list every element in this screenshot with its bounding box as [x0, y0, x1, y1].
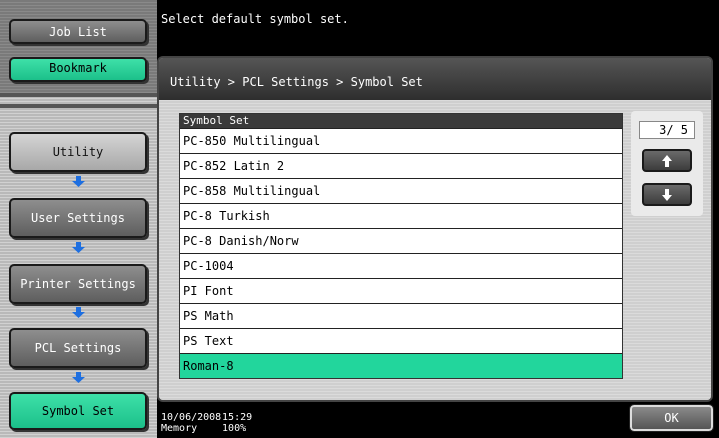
status-date: 10/06/2008	[161, 412, 222, 423]
job-list-button[interactable]: Job List	[9, 19, 147, 44]
list-header: Symbol Set	[180, 114, 622, 128]
symbol-set-list: Symbol Set PC-850 Multilingual PC-852 La…	[179, 113, 623, 379]
list-item[interactable]: PC-1004	[180, 253, 622, 278]
arrow-down-icon	[662, 188, 672, 201]
bookmark-button[interactable]: Bookmark	[9, 57, 147, 82]
list-item[interactable]: PC-858 Multilingual	[180, 178, 622, 203]
list-item[interactable]: PC-852 Latin 2	[180, 153, 622, 178]
list-item[interactable]: PC-8 Turkish	[180, 203, 622, 228]
list-item[interactable]: PS Text	[180, 328, 622, 353]
main-panel: Utility > PCL Settings > Symbol Set Symb…	[157, 56, 713, 402]
nav-user-settings-button[interactable]: User Settings	[9, 198, 147, 238]
page-down-button[interactable]	[642, 183, 692, 206]
divider	[0, 104, 157, 108]
nav-printer-settings-button[interactable]: Printer Settings	[9, 264, 147, 304]
status-area: 10/06/2008 15:29 Memory 100%	[161, 412, 252, 434]
nav-symbol-set-button[interactable]: Symbol Set	[9, 392, 147, 430]
ok-button[interactable]: OK	[629, 404, 714, 432]
arrow-down-icon	[72, 372, 85, 383]
memory-value: 100%	[222, 423, 247, 434]
list-item[interactable]: PC-850 Multilingual	[180, 128, 622, 153]
memory-label: Memory	[161, 423, 198, 434]
nav-pcl-settings-button[interactable]: PCL Settings	[9, 328, 147, 368]
list-item[interactable]: PI Font	[180, 278, 622, 303]
sidebar: Job List Bookmark Utility User Settings …	[0, 0, 157, 438]
arrow-down-icon	[72, 176, 85, 187]
instruction-message: Select default symbol set.	[161, 12, 349, 26]
arrow-up-icon	[662, 154, 672, 167]
pager: 3/ 5	[631, 111, 703, 216]
arrow-down-icon	[72, 307, 85, 318]
list-item-selected[interactable]: Roman-8	[180, 353, 622, 378]
divider	[0, 93, 157, 97]
page-up-button[interactable]	[642, 149, 692, 172]
panel-body: Symbol Set PC-850 Multilingual PC-852 La…	[159, 100, 711, 400]
list-item[interactable]: PC-8 Danish/Norw	[180, 228, 622, 253]
page-indicator: 3/ 5	[639, 121, 695, 139]
arrow-down-icon	[72, 242, 85, 253]
list-item[interactable]: PS Math	[180, 303, 622, 328]
breadcrumb: Utility > PCL Settings > Symbol Set	[159, 58, 711, 100]
nav-utility-button[interactable]: Utility	[9, 132, 147, 172]
status-time: 15:29	[222, 412, 253, 423]
